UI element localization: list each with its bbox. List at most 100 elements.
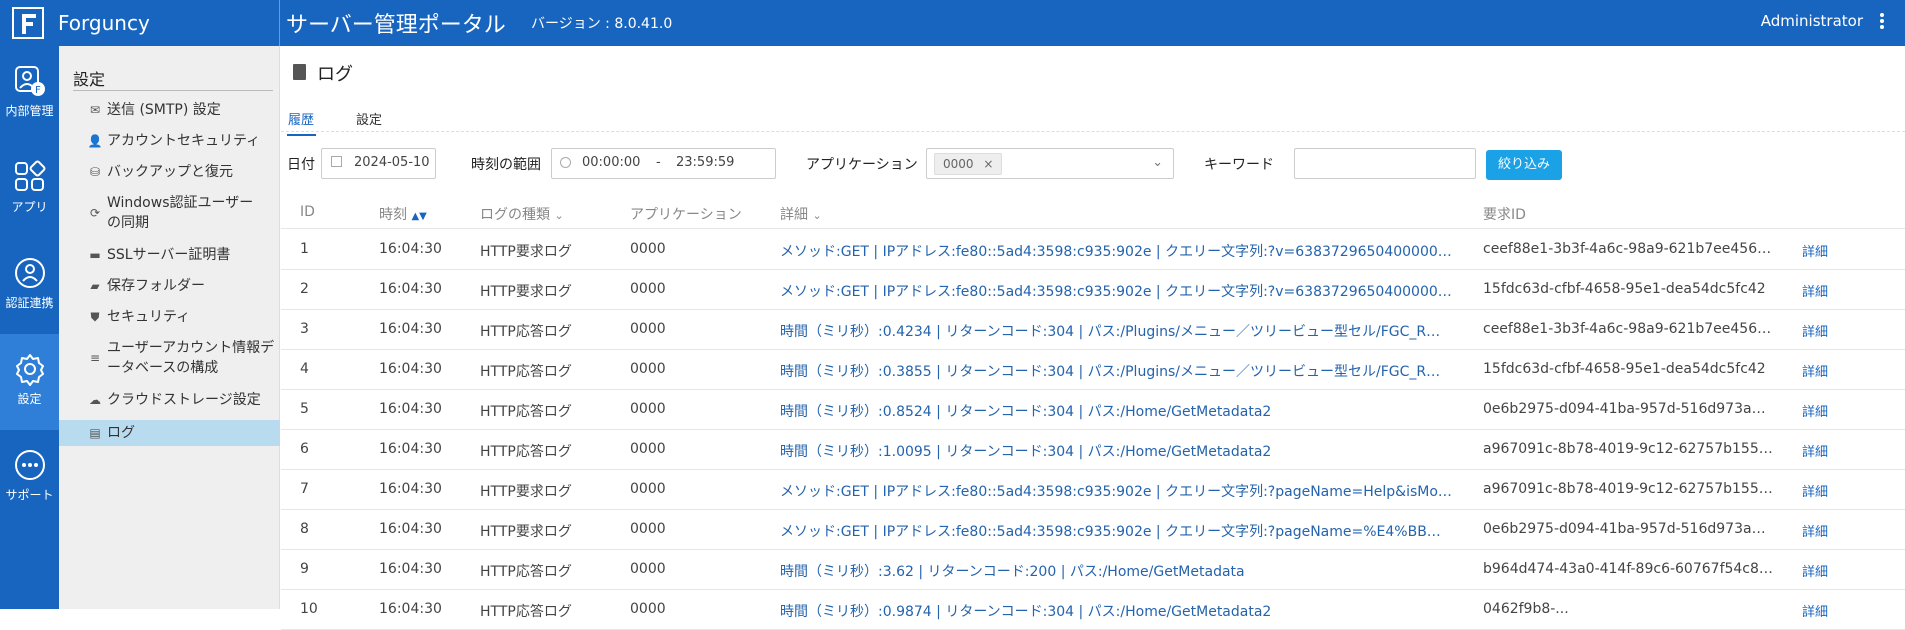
detail-link[interactable]: 詳細 [1802,441,1828,460]
user-name[interactable]: Administrator [1761,12,1863,30]
date-picker[interactable]: 2024-05-10 [321,148,436,179]
submenu-item-ssl[interactable]: ▬ SSLサーバー証明書 [59,243,280,267]
table-row[interactable]: 7 16:04:30 HTTP要求ログ 0000 メソッド:GET | IPアドレス:f… [281,470,1905,510]
tab-history[interactable]: 履歴 [288,109,314,128]
column-header-request-id[interactable]: 要求ID [1483,204,1526,224]
submenu-item-folder[interactable]: ▰ 保存フォルダー [59,274,280,298]
cell-id: 7 [300,481,309,497]
brand[interactable]: Forguncy [0,0,280,46]
column-header-application[interactable]: アプリケーション [630,204,742,224]
detail-link[interactable]: 詳細 [1802,561,1828,580]
cell-type: HTTP要求ログ [480,484,572,500]
table-row[interactable]: 2 16:04:30 HTTP要求ログ 0000 メソッド:GET | IPアドレス:f… [281,270,1905,310]
more-vertical-icon[interactable] [1879,13,1885,31]
cell-id: 3 [300,321,309,337]
column-header-id[interactable]: ID [300,204,315,220]
cell-detail: 時間（ミリ秒）:1.0095 | リターンコード:304 | パス:/Home/… [780,444,1272,460]
submenu-item-label: ログ [107,425,135,441]
table-row[interactable]: 4 16:04:30 HTTP応答ログ 0000 時間（ミリ秒）:0.3855 | リタ… [281,350,1905,390]
time-range-picker[interactable]: 00:00:00 - 23:59:59 [551,148,776,179]
tab-settings[interactable]: 設定 [356,109,382,128]
clock-icon [560,157,571,168]
time-separator: - [656,155,661,170]
submenu-item-label: 送信 (SMTP) 設定 [107,102,221,118]
rail-label: 設定 [17,392,42,406]
table-row[interactable]: 1 16:04:30 HTTP要求ログ 0000 メソッド:GET | IPアドレス:f… [281,230,1905,270]
detail-link[interactable]: 詳細 [1802,241,1828,260]
detail-link[interactable]: 詳細 [1802,601,1828,620]
detail-link[interactable]: 詳細 [1802,401,1828,420]
detail-link[interactable]: 詳細 [1802,481,1828,500]
cell-req: 15fdc63d-cfbf-4658-95e1-dea54dc5fc42 [1483,281,1766,297]
application-select[interactable]: 0000 × ⌄ [926,148,1174,179]
rail-item-internal[interactable]: F 内部管理 [0,46,59,142]
table-row[interactable]: 6 16:04:30 HTTP応答ログ 0000 時間（ミリ秒）:1.0095 | リタ… [281,430,1905,470]
rail-item-auth[interactable]: 認証連携 [0,238,59,334]
tab-bar [281,92,1905,132]
cell-app: 0000 [630,521,666,537]
submenu-item-security[interactable]: ⛊ セキュリティ [59,305,280,329]
rail-item-settings[interactable]: 設定 [0,334,59,430]
table-row[interactable]: 3 16:04:30 HTTP応答ログ 0000 時間（ミリ秒）:0.4234 | リタ… [281,310,1905,350]
cell-req: 0462f9b8-... [1483,601,1569,617]
filter-button[interactable]: 絞り込み [1486,150,1562,180]
cell-time: 16:04:30 [379,561,442,577]
submenu-item-account-security[interactable]: 👤 アカウントセキュリティ [59,129,280,153]
rail-label: 認証連携 [5,296,54,310]
cell-id: 9 [300,561,309,577]
cell-app: 0000 [630,241,666,257]
column-header-log-type[interactable]: ログの種類 ⌄ [480,204,564,224]
submenu-item-label: セキュリティ [107,309,191,325]
user-badge-icon: F [14,66,45,96]
submenu-item-smtp[interactable]: ✉ 送信 (SMTP) 設定 [59,98,280,122]
close-icon[interactable]: × [983,157,993,171]
cell-detail: メソッド:GET | IPアドレス:fe80::5ad4:3598:c935:9… [780,284,1452,300]
calendar-icon [331,156,342,167]
cell-app: 0000 [630,481,666,497]
backup-icon: ⛁ [89,165,101,179]
auth-link-icon [14,258,45,288]
rail-item-support[interactable]: サポート [0,430,59,526]
cell-app: 0000 [630,561,666,577]
folder-icon: ▰ [90,279,100,293]
cell-app: 0000 [630,281,666,297]
cell-detail: 時間（ミリ秒）:0.9874 | リターンコード:304 | パス:/Home/… [780,604,1272,620]
table-row[interactable]: 10 16:04:30 HTTP応答ログ 0000 時間（ミリ秒）:0.9874 | リ… [281,590,1905,630]
submenu-item-windows-sync[interactable]: ⟳ Windows認証ユーザーの同期 [59,191,280,235]
detail-link[interactable]: 詳細 [1802,521,1828,540]
table-row[interactable]: 5 16:04:30 HTTP応答ログ 0000 時間（ミリ秒）:0.8524 | リタ… [281,390,1905,430]
column-header-time[interactable]: 時刻 ▲▼ [379,204,427,224]
cell-app: 0000 [630,601,666,617]
detail-link[interactable]: 詳細 [1802,281,1828,300]
active-tab-indicator [287,134,316,136]
cell-req: ceef88e1-3b3f-4a6c-98a9-621b7ee45645 [1483,241,1773,257]
cell-time: 16:04:30 [379,321,442,337]
cell-time: 16:04:30 [379,521,442,537]
submenu-item-backup[interactable]: ⛁ バックアップと復元 [59,160,280,184]
application-chip[interactable]: 0000 × [934,153,1003,175]
cell-time: 16:04:30 [379,601,442,617]
time-from: 00:00:00 [582,155,641,170]
column-header-detail[interactable]: 詳細 ⌄ [780,204,822,224]
submenu-item-cloud[interactable]: ☁ クラウドストレージ設定 [59,388,280,412]
cell-type: HTTP応答ログ [480,404,572,420]
cell-type: HTTP応答ログ [480,444,572,460]
detail-link[interactable]: 詳細 [1802,361,1828,380]
user-lock-icon: 👤 [87,134,103,148]
shield-icon: ⛊ [90,310,100,324]
table-row[interactable]: 8 16:04:30 HTTP要求ログ 0000 メソッド:GET | IPアドレス:f… [281,510,1905,550]
submenu-item-log[interactable]: ▤ ログ [59,420,280,446]
keyword-input[interactable] [1294,148,1476,179]
time-range-label: 時刻の範囲 [471,157,541,173]
main-content: ログ 履歴 設定 日付 2024-05-10 時刻の範囲 00:00:00 - … [281,46,1905,630]
detail-link[interactable]: 詳細 [1802,321,1828,340]
table-row[interactable]: 9 16:04:30 HTTP応答ログ 0000 時間（ミリ秒）:3.62 | リターン… [281,550,1905,590]
page-title: ログ [317,64,353,85]
cell-id: 1 [300,241,309,257]
cell-app: 0000 [630,321,666,337]
cell-detail: 時間（ミリ秒）:0.3855 | リターンコード:304 | パス:/Plugi… [780,364,1441,380]
cell-id: 6 [300,441,309,457]
rail-item-apps[interactable]: アプリ [0,142,59,238]
mail-icon: ✉ [89,103,101,117]
submenu-item-user-db[interactable]: ≡ ユーザーアカウント情報データベースの構成 [59,336,280,380]
